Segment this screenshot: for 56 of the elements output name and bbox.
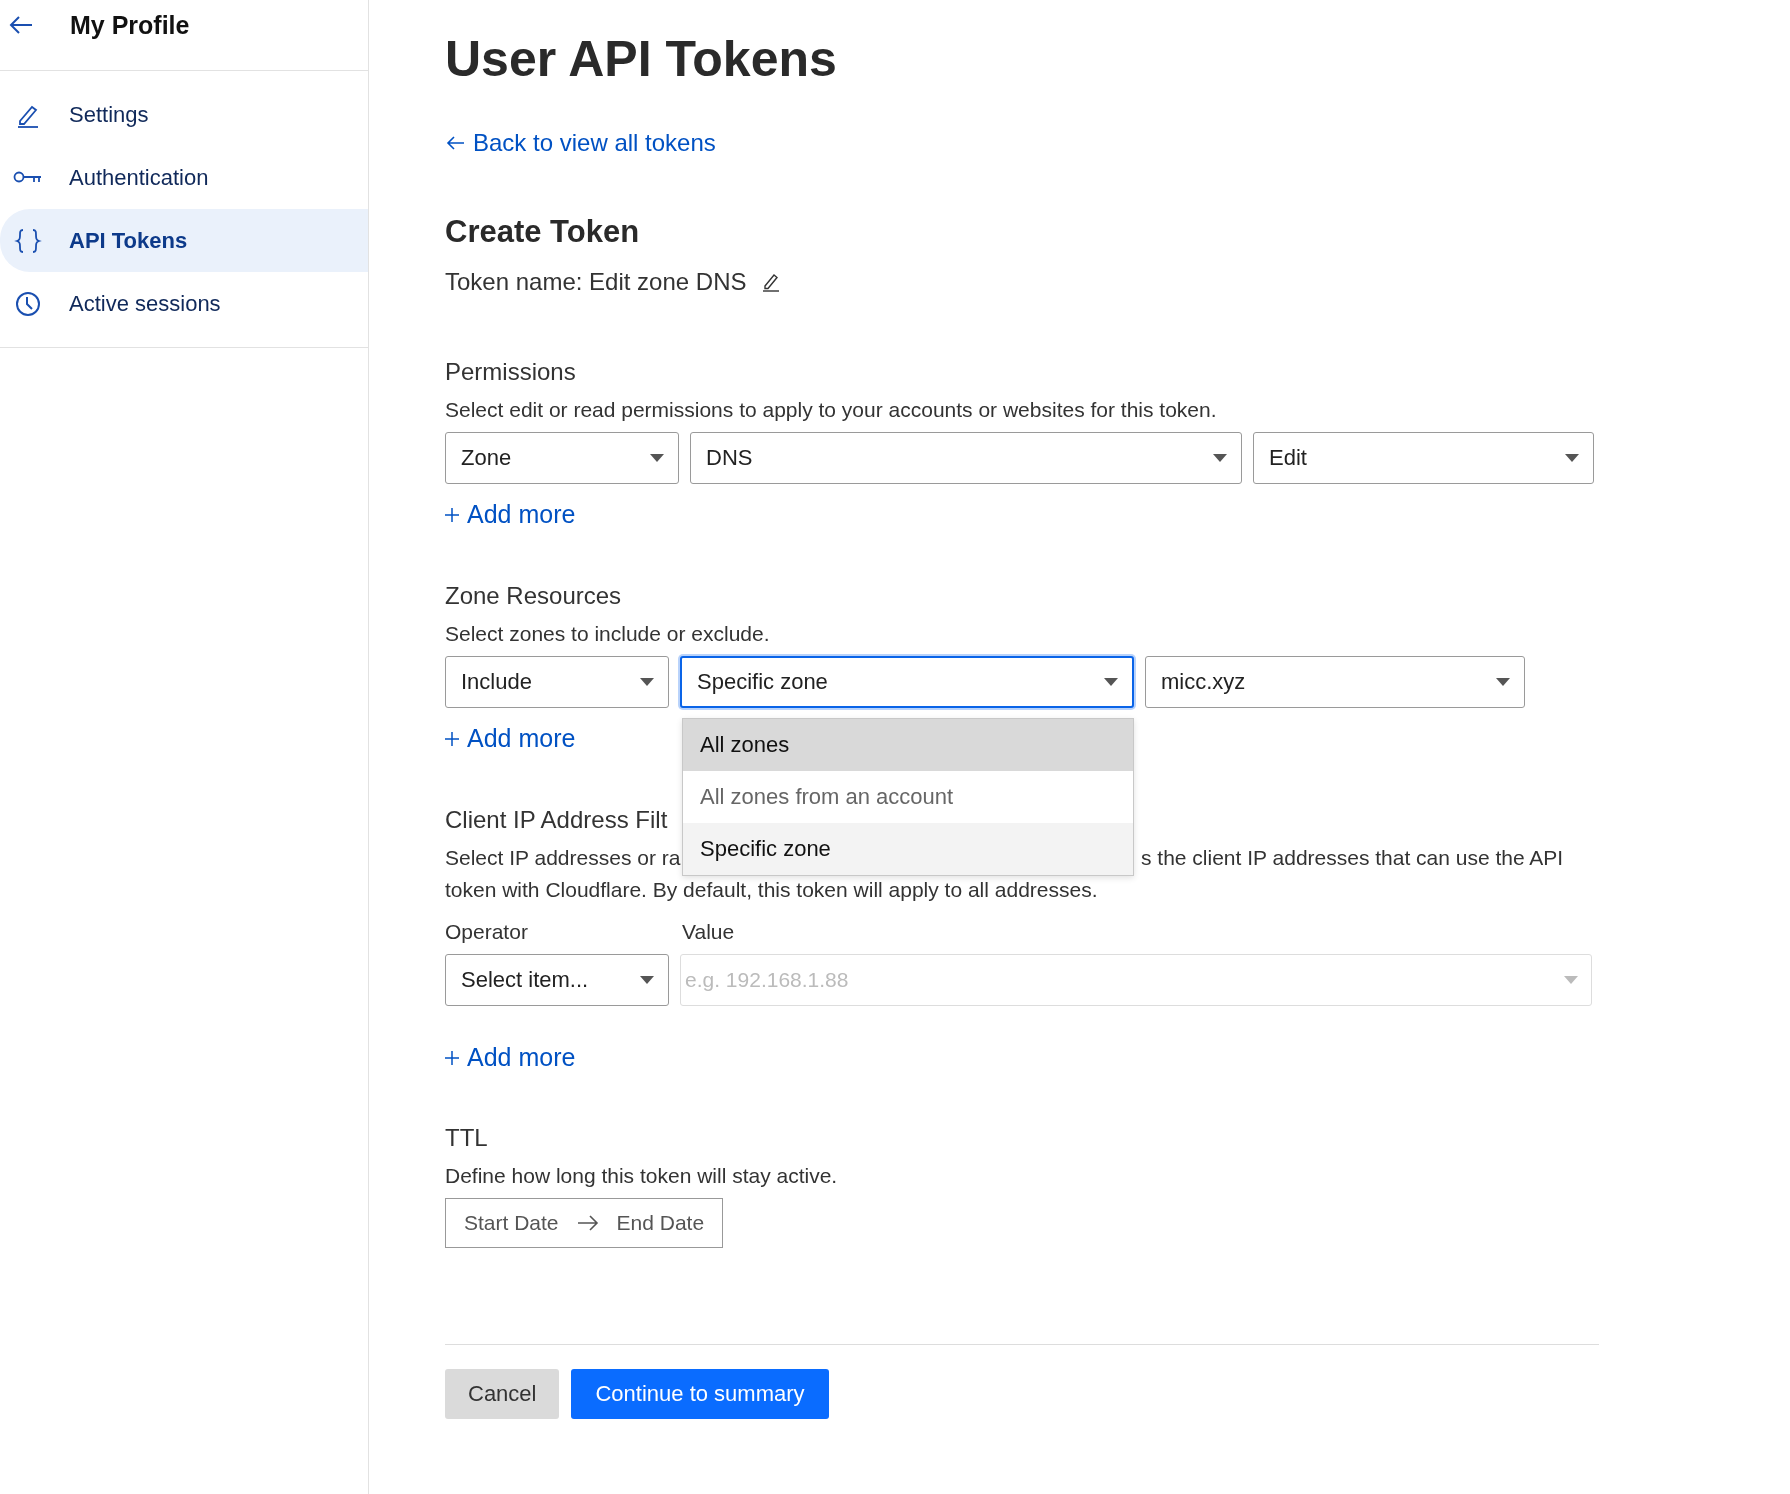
permissions-description: Select edit or read permissions to apply to your accounts or websites for this token. (445, 398, 1218, 422)
arrow-left-icon (445, 135, 465, 151)
add-more-link[interactable]: Add more (445, 500, 576, 529)
menu-option[interactable]: Specific zone (683, 823, 1133, 875)
sidebar-item[interactable]: API Tokens (0, 209, 368, 272)
caret-icon (1564, 976, 1578, 984)
page-title: User API Tokens (445, 30, 838, 89)
caret-icon (640, 976, 654, 984)
caret-icon (1104, 678, 1118, 686)
caret-icon (1496, 678, 1510, 686)
date-range-field[interactable]: Start Date End Date (445, 1198, 724, 1248)
start-date-placeholder: Start Date (464, 1211, 559, 1235)
back-link[interactable]: Back to view all tokens (445, 129, 716, 157)
zone-resources-description: Select zones to include or exclude. (445, 622, 771, 646)
permissions-title: Permissions (445, 358, 577, 386)
sidebar-item[interactable]: Settings (0, 83, 368, 146)
edit-icon[interactable] (760, 272, 781, 292)
dropdown-select[interactable]: Include (445, 656, 669, 708)
section-title: Create Token (445, 214, 641, 250)
dropdown-select[interactable]: DNS (690, 432, 1242, 484)
caret-icon (1565, 454, 1579, 462)
continue-button[interactable]: Continue to summary (571, 1369, 829, 1419)
plus-icon (445, 731, 459, 746)
caret-icon (1213, 454, 1227, 462)
key-icon (13, 170, 43, 185)
braces-icon (13, 227, 43, 254)
plus-icon (445, 1050, 459, 1065)
ttl-title: TTL (445, 1124, 489, 1152)
dropdown-select[interactable]: Specific zone (680, 656, 1134, 708)
dropdown-select[interactable]: Zone (445, 432, 679, 484)
add-more-link[interactable]: Add more (445, 724, 576, 753)
back-arrow-icon[interactable] (8, 15, 34, 35)
ttl-description: Define how long this token will stay active. (445, 1164, 839, 1188)
sidebar-title: My Profile (70, 10, 190, 40)
caret-icon (640, 678, 654, 686)
plus-icon (445, 507, 459, 522)
arrow-right-icon (576, 1215, 599, 1231)
operator-label: Operator (445, 920, 529, 944)
zone-resources-title: Zone Resources (445, 582, 623, 610)
add-more-link[interactable]: Add more (445, 1043, 576, 1072)
clock-icon (13, 290, 43, 317)
dropdown-select[interactable]: micc.xyz (1145, 656, 1525, 708)
caret-icon (650, 454, 664, 462)
client-ip-description: s the client IP addresses that can use the API (1141, 846, 1564, 870)
cancel-button[interactable]: Cancel (445, 1369, 560, 1419)
menu-option[interactable]: All zones (683, 719, 1133, 771)
token-name: Token name: Edit zone DNS (445, 268, 747, 296)
operator-select[interactable]: Select item... (445, 954, 669, 1006)
sidebar-item[interactable]: Authentication (0, 146, 368, 209)
dropdown-select[interactable]: Edit (1253, 432, 1594, 484)
value-label: Value (682, 920, 735, 944)
client-ip-description: Select IP addresses or ra (445, 846, 681, 869)
end-date-placeholder: End Date (616, 1211, 705, 1235)
client-ip-title: Client IP Address Filt (445, 806, 669, 834)
client-ip-description: token with Cloudflare. By default, this token will apply to all addresses. (445, 878, 1099, 902)
sidebar-item[interactable]: Active sessions (0, 272, 368, 335)
